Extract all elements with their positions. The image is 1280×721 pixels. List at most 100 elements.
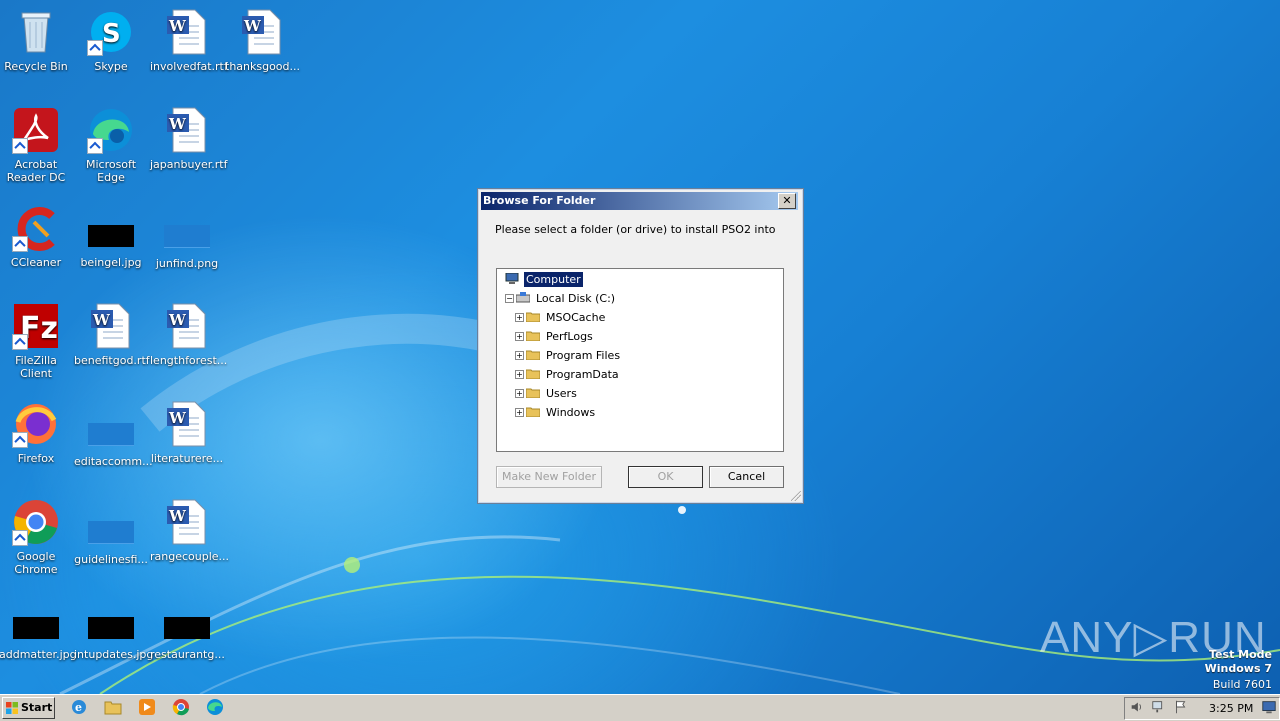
image-thumb-icon [88,617,134,639]
desktop-icon-guidelinesfi[interactable]: guidelinesfi... [74,508,148,566]
expand-toggle-icon[interactable]: + [515,408,524,417]
tree-node-folder[interactable]: + Windows [515,404,715,420]
expand-toggle-icon[interactable]: + [515,332,524,341]
svg-text:W: W [168,311,187,329]
desktop-icon-label: junfind.png [155,257,219,270]
desktop-icon-beingel[interactable]: beingel.jpg [74,212,148,269]
desktop-icon-filezilla[interactable]: Fz FileZilla Client [0,302,73,380]
file-explorer-icon[interactable] [104,698,122,716]
skype-icon: S [87,8,135,56]
tree-node-folder[interactable]: + ProgramData [515,366,715,382]
tree-node-label: PerfLogs [546,330,593,343]
desktop-icon-thanksgood[interactable]: W thanksgood... [225,8,300,73]
desktop-icon-involvedfat[interactable]: W involvedfat.rtf [150,8,228,73]
action-center-flag-icon[interactable] [1173,699,1189,715]
desktop-icon-label: FileZilla Client [15,354,57,380]
tree-node-label: MSOCache [546,311,606,324]
desktop-icon-literaturere[interactable]: W literaturere... [150,400,224,465]
desktop-icon-junfind[interactable]: junfind.png [150,212,224,270]
word-doc-icon: W [87,302,135,350]
desktop-icon-label: guidelinesfi... [74,553,148,566]
svg-text:W: W [168,507,187,525]
desktop-icon-label: Skype [94,60,128,73]
clock[interactable]: 3:25 PM [1209,702,1253,715]
desktop-icon-skype[interactable]: S Skype [74,8,148,73]
tree-node-folder[interactable]: + Program Files [515,347,715,363]
desktop-icon-label: Recycle Bin [4,60,68,73]
desktop-icon-label: Google Chrome [14,550,58,576]
svg-text:W: W [168,115,187,133]
desktop-icon-intupdates[interactable]: intupdates.jpg [74,604,154,661]
windows-flag-icon [6,702,18,714]
tree-node-local-disk[interactable]: − Local Disk (C:) [505,290,705,306]
system-tray: 3:25 PM [1124,697,1280,720]
firefox-icon [12,400,60,448]
image-thumb-icon [164,225,210,248]
expand-toggle-icon[interactable]: + [515,351,524,360]
image-thumb-icon [164,617,210,639]
tree-node-label: Users [546,387,577,400]
make-new-folder-button[interactable]: Make New Folder [496,466,602,488]
test-mode-line: Test Mode [1209,648,1272,661]
shortcut-arrow-icon [12,530,28,546]
desktop-icon-label: Microsoft Edge [85,158,137,184]
desktop-icon-restaurantg[interactable]: restaurantg... [150,604,225,661]
svg-text:W: W [243,17,262,35]
shortcut-arrow-icon [12,432,28,448]
expand-toggle-icon[interactable]: + [515,370,524,379]
desktop-icon-rangecouple[interactable]: W rangecouple... [150,498,229,563]
internet-explorer-icon[interactable]: e [70,698,88,716]
taskbar: Start e 3:25 PM [0,694,1280,721]
desktop-icon-acrobat[interactable]: Acrobat Reader DC [0,106,73,184]
media-player-icon[interactable] [138,698,156,716]
dialog-titlebar[interactable]: Browse For Folder ✕ [481,192,798,210]
desktop-icon-firefox[interactable]: Firefox [0,400,73,465]
shortcut-arrow-icon [87,138,103,154]
ccleaner-icon [12,204,60,252]
network-icon[interactable] [1151,699,1167,715]
desktop-icon-label: literaturere... [150,452,224,465]
svg-text:S: S [102,19,121,49]
resize-grip[interactable] [791,491,801,501]
start-button[interactable]: Start [2,697,55,719]
word-doc-icon: W [163,400,211,448]
shortcut-arrow-icon [87,40,103,56]
desktop-icon-label: intupdates.jpg [74,648,154,661]
word-doc-icon: W [163,498,211,546]
tree-node-label: ProgramData [546,368,619,381]
tree-node-folder[interactable]: + PerfLogs [515,328,715,344]
desktop-icon-recycle-bin[interactable]: Recycle Bin [0,8,73,73]
close-button[interactable]: ✕ [778,193,796,209]
edge-icon [87,106,135,154]
collapse-toggle-icon[interactable]: − [505,294,514,303]
folder-icon [526,350,540,360]
desktop-icon-chrome[interactable]: Google Chrome [0,498,73,576]
tree-node-folder[interactable]: + Users [515,385,715,401]
desktop-icon-benefitgod[interactable]: W benefitgod.rtf [74,302,150,367]
chrome-taskbar-icon[interactable] [172,698,190,716]
tree-node-folder[interactable]: + MSOCache [515,309,715,325]
edge-taskbar-icon[interactable] [206,698,224,716]
word-doc-icon: W [238,8,286,56]
ok-button[interactable]: OK [628,466,703,488]
desktop-icon-addmatter[interactable]: addmatter.jpg [0,604,77,661]
desktop-icon-ccleaner[interactable]: CCleaner [0,204,73,269]
desktop-icon-lengthforest[interactable]: W lengthforest... [150,302,227,367]
image-thumb-icon [88,225,134,247]
cancel-button[interactable]: Cancel [709,466,784,488]
expand-toggle-icon[interactable]: + [515,313,524,322]
chrome-icon [12,498,60,546]
folder-tree[interactable]: Computer − Local Disk (C:) + MSOCache + … [496,268,784,452]
desktop-icon-editaccomm[interactable]: editaccomm... [74,410,153,468]
svg-text:W: W [168,17,187,35]
word-doc-icon: W [163,8,211,56]
volume-icon[interactable] [1129,699,1145,715]
shortcut-arrow-icon [12,236,28,252]
tree-node-label: Program Files [546,349,621,362]
desktop-icon-edge[interactable]: Microsoft Edge [74,106,148,184]
start-label: Start [21,701,53,714]
expand-toggle-icon[interactable]: + [515,389,524,398]
image-thumb-icon [88,521,134,544]
show-desktop-icon[interactable] [1261,699,1277,715]
desktop-icon-japanbuyer[interactable]: W japanbuyer.rtf [150,106,227,171]
